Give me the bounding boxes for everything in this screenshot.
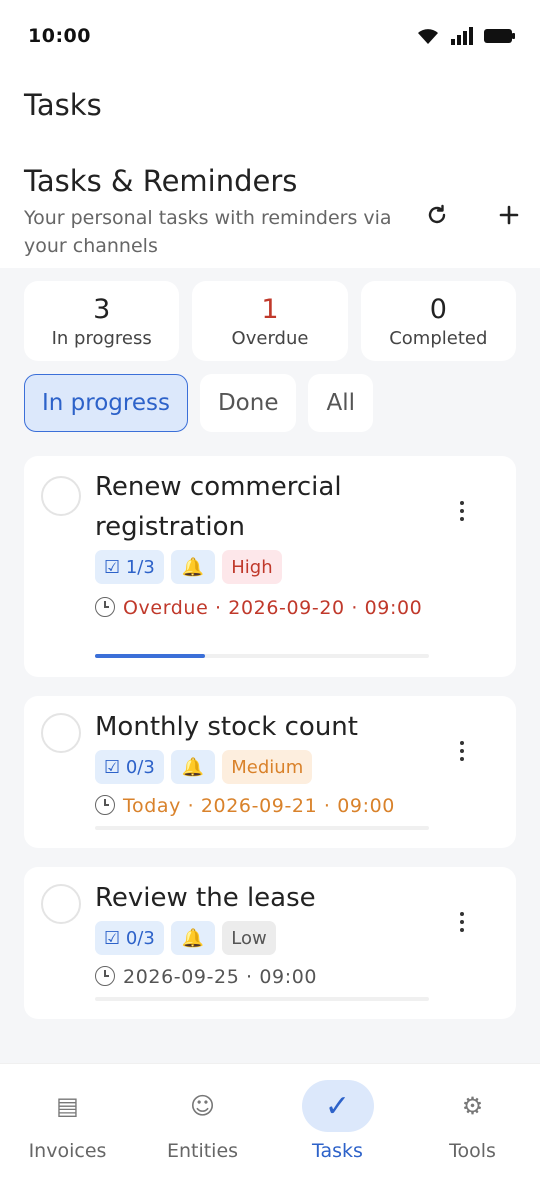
stat-value: 3: [93, 293, 111, 325]
nav-tasks[interactable]: ✓ Tasks: [270, 1064, 405, 1162]
task-badges: ☑ 1/3 🔔 High: [95, 550, 435, 584]
stat-overdue: 1 Overdue: [192, 281, 348, 361]
add-task-button[interactable]: [494, 200, 524, 230]
task-menu-button[interactable]: [452, 496, 472, 526]
filter-all[interactable]: All: [308, 374, 373, 432]
stat-completed: 0 Completed: [360, 281, 516, 361]
section-header: Tasks & Reminders Your personal tasks wi…: [24, 164, 524, 260]
refresh-button[interactable]: [422, 200, 452, 230]
task-body: Review the lease ☑ 0/3 🔔 Low 2026-09-25 …: [95, 878, 435, 991]
invoice-icon: ▤: [56, 1092, 79, 1120]
battery-icon: [484, 29, 515, 43]
entities-icon: ☺: [189, 1092, 216, 1120]
bell-icon: 🔔: [170, 750, 216, 784]
stats-row: 3 In progress 1 Overdue 0 Completed: [24, 281, 516, 361]
task-checkbox[interactable]: [41, 713, 81, 753]
bell-icon: 🔔: [170, 550, 216, 584]
task-checkbox[interactable]: [41, 884, 81, 924]
nav-invoices[interactable]: ▤ Invoices: [0, 1064, 135, 1162]
bottom-nav: ▤ Invoices ☺ Entities ✓ Tasks ⚙ Tools: [0, 1063, 540, 1181]
task-checkbox[interactable]: [41, 476, 81, 516]
task-content: 3 In progress 1 Overdue 0 Completed In p…: [0, 268, 540, 1063]
subtask-badge: ☑ 0/3: [95, 921, 164, 955]
subtask-badge: ☑ 1/3: [95, 550, 164, 584]
task-badges: ☑ 0/3 🔔 Medium: [95, 750, 435, 784]
filter-done[interactable]: Done: [199, 374, 297, 432]
due-text: 2026-09-25 · 09:00: [123, 966, 318, 988]
wifi-icon: [418, 29, 438, 44]
task-title: Monthly stock count: [95, 712, 358, 742]
nav-tools[interactable]: ⚙ Tools: [405, 1064, 540, 1162]
priority-badge: High: [222, 550, 282, 584]
status-time: 10:00: [28, 25, 91, 47]
task-menu-button[interactable]: [452, 907, 472, 937]
task-due: Overdue · 2026-09-20 · 09:00: [95, 594, 435, 622]
task-due: 2026-09-25 · 09:00: [95, 963, 435, 991]
nav-label: Invoices: [28, 1140, 107, 1162]
task-menu-button[interactable]: [452, 736, 472, 766]
stat-label: Overdue: [231, 327, 309, 349]
section-subtitle: Your personal tasks with reminders via y…: [24, 207, 392, 257]
nav-label: Tools: [449, 1140, 496, 1162]
due-text: Today · 2026-09-21 · 09:00: [123, 795, 395, 817]
task-progress: [95, 997, 429, 1001]
status-bar: 10:00: [0, 0, 540, 72]
nav-label: Entities: [166, 1140, 239, 1162]
task-card[interactable]: Monthly stock count ☑ 0/3 🔔 Medium Today…: [24, 696, 516, 848]
task-due: Today · 2026-09-21 · 09:00: [95, 792, 435, 820]
task-title: Review the lease: [95, 883, 316, 913]
stat-value: 0: [429, 293, 447, 325]
bell-icon: 🔔: [170, 921, 216, 955]
task-card[interactable]: Renew commercial registration ☑ 1/3 🔔 Hi…: [24, 456, 516, 677]
stat-in-progress: 3 In progress: [24, 281, 180, 361]
task-body: Renew commercial registration ☑ 1/3 🔔 Hi…: [95, 467, 435, 622]
plus-icon: [499, 205, 519, 225]
header-actions: [422, 200, 524, 230]
priority-badge: Low: [222, 921, 276, 955]
signal-icon: [451, 27, 473, 45]
priority-badge: Medium: [222, 750, 313, 784]
nav-label: Tasks: [312, 1140, 363, 1162]
nav-entities[interactable]: ☺ Entities: [135, 1064, 270, 1162]
stat-label: Completed: [389, 327, 488, 349]
task-title: Renew commercial registration: [95, 472, 342, 542]
task-badges: ☑ 0/3 🔔 Low: [95, 921, 435, 955]
due-text: Overdue · 2026-09-20 · 09:00: [123, 597, 423, 619]
check-icon: ✓: [301, 1080, 374, 1132]
filter-in-progress[interactable]: In progress: [24, 374, 188, 432]
refresh-icon: [428, 204, 446, 224]
task-progress-fill: [95, 654, 206, 658]
clock-icon: [95, 597, 115, 617]
subtask-badge: ☑ 0/3: [95, 750, 164, 784]
filter-chips: In progress Done All: [24, 374, 373, 432]
gear-icon: ⚙: [461, 1092, 484, 1120]
status-icons: [416, 26, 516, 46]
clock-icon: [95, 966, 115, 986]
task-body: Monthly stock count ☑ 0/3 🔔 Medium Today…: [95, 707, 435, 820]
stat-label: In progress: [51, 327, 152, 349]
task-progress: [95, 654, 429, 658]
stat-value: 1: [261, 293, 279, 325]
clock-icon: [95, 795, 115, 815]
task-card[interactable]: Review the lease ☑ 0/3 🔔 Low 2026-09-25 …: [24, 867, 516, 1019]
app-title: Tasks: [24, 88, 102, 122]
task-progress: [95, 826, 429, 830]
section-title: Tasks & Reminders: [24, 164, 298, 198]
